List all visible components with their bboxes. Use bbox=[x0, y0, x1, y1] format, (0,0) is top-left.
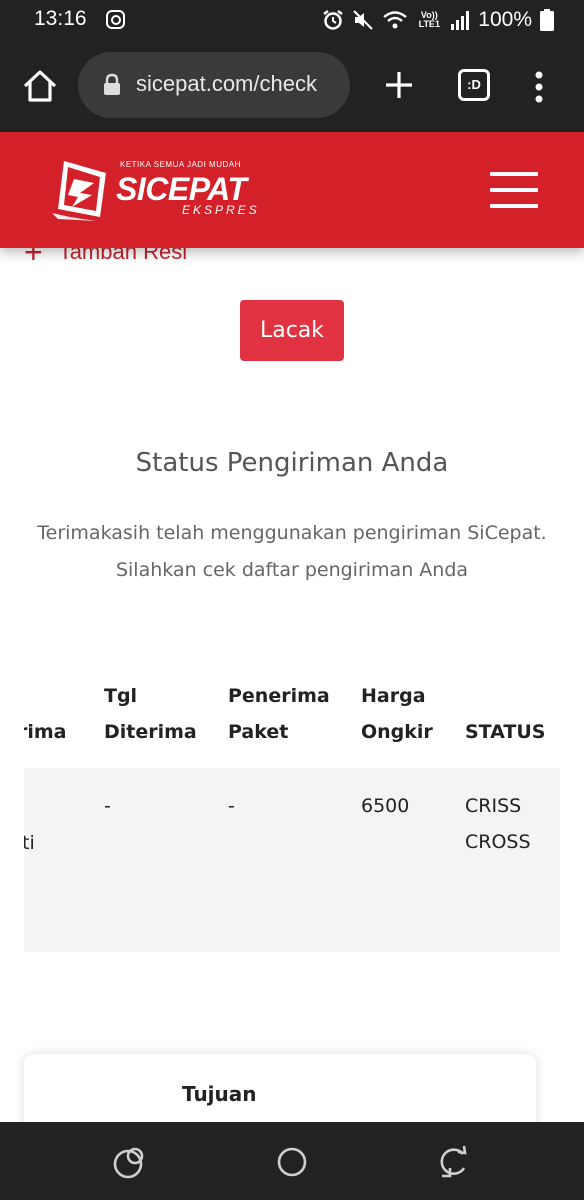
status-time: 13:16 bbox=[34, 7, 87, 30]
table-cell-status-2: CROSS bbox=[465, 831, 531, 853]
thanks-line-2: Silahkan cek daftar pengiriman Anda bbox=[115, 559, 469, 581]
lock-icon bbox=[104, 73, 120, 95]
table-header-harga-2: Ongkir bbox=[361, 721, 433, 743]
logo-subtitle: EKSPRES bbox=[182, 203, 260, 217]
alarm-icon bbox=[323, 10, 344, 30]
status-icons: Vo)) LTE1 100% bbox=[322, 6, 554, 34]
table-cell-partial: ti bbox=[24, 832, 35, 854]
system-nav-bar bbox=[0, 1122, 584, 1200]
table-cell-harga: 6500 bbox=[361, 795, 410, 817]
battery-icon bbox=[540, 9, 554, 31]
tabs-button[interactable]: :D bbox=[458, 69, 490, 101]
mute-icon bbox=[353, 10, 374, 30]
table-cell-tgl-diterima: - bbox=[104, 795, 111, 817]
sicepat-logo[interactable]: KETIKA SEMUA JADI MUDAH SICEPAT EKSPRES bbox=[50, 157, 270, 227]
shipment-table[interactable]: rima Tgl Diterima Penerima Paket Harga O… bbox=[24, 660, 560, 955]
table-header-tgl-diterima-2: Diterima bbox=[104, 721, 197, 743]
table-cell-status-1: CRISS bbox=[465, 795, 522, 817]
new-tab-icon[interactable] bbox=[382, 68, 416, 102]
status-title: Status Pengiriman Anda bbox=[135, 448, 449, 478]
browser-toolbar: sicepat.com/check :D bbox=[0, 40, 584, 132]
instagram-icon bbox=[106, 10, 125, 29]
network-label: Vo)) LTE1 bbox=[418, 10, 440, 29]
card-title: Tujuan bbox=[182, 1082, 257, 1106]
table-cell-penerima: - bbox=[228, 795, 235, 817]
table-header-tgl-diterima-1: Tgl bbox=[104, 685, 138, 707]
table-header-penerima-1: Penerima bbox=[228, 685, 330, 707]
logo-mark-icon bbox=[52, 161, 106, 221]
assistant-icon[interactable] bbox=[110, 1142, 150, 1182]
thanks-line-1: Terimakasih telah menggunakan pengiriman… bbox=[37, 522, 547, 544]
hamburger-menu-icon[interactable] bbox=[490, 172, 540, 208]
home-icon[interactable] bbox=[20, 66, 60, 106]
signal-icon bbox=[451, 11, 470, 30]
table-header-harga-1: Harga bbox=[361, 685, 426, 707]
logo-tagline: KETIKA SEMUA JADI MUDAH bbox=[120, 160, 241, 169]
battery-percent: 100% bbox=[478, 8, 532, 31]
home-nav-icon[interactable] bbox=[272, 1142, 312, 1182]
wifi-icon bbox=[383, 11, 408, 29]
url-text: sicepat.com/check bbox=[136, 71, 317, 96]
status-bar: 13:16 Vo)) LTE1 100% bbox=[0, 0, 584, 40]
table-header-penerima-2: Paket bbox=[228, 721, 289, 743]
more-options-icon[interactable] bbox=[534, 70, 544, 104]
rotate-icon[interactable] bbox=[434, 1142, 474, 1182]
track-button[interactable]: Lacak bbox=[240, 300, 344, 361]
site-header: KETIKA SEMUA JADI MUDAH SICEPAT EKSPRES bbox=[0, 132, 584, 248]
table-header-status: STATUS bbox=[465, 721, 546, 743]
table-header-partial: rima bbox=[24, 721, 67, 743]
address-bar[interactable]: sicepat.com/check bbox=[78, 52, 350, 118]
